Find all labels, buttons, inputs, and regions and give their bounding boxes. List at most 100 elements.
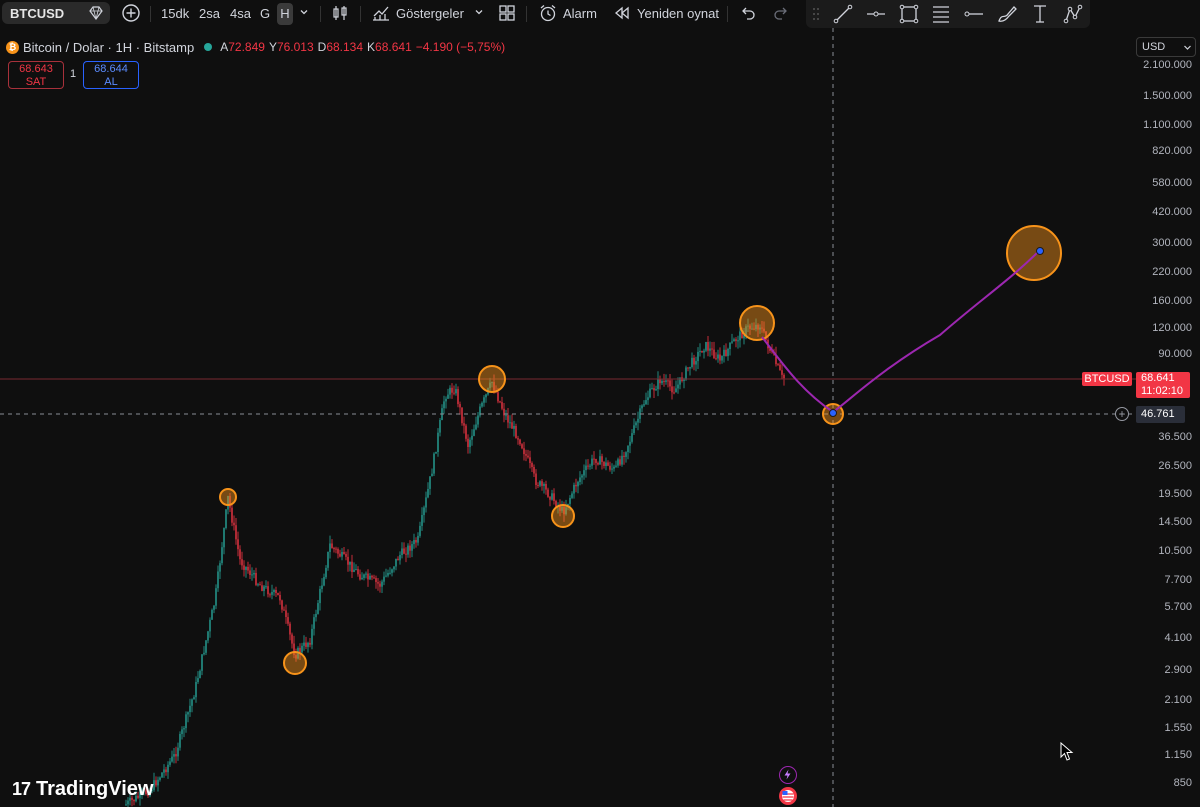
- candle-body: [633, 425, 635, 434]
- candle-body: [411, 544, 413, 551]
- flash-icon[interactable]: [779, 766, 797, 784]
- candle-body: [497, 392, 499, 402]
- candle-body: [531, 463, 533, 467]
- candle-body: [319, 588, 321, 604]
- candle-body: [243, 565, 245, 570]
- market-open-status-icon: [204, 43, 213, 51]
- candle-body: [617, 459, 619, 466]
- candle-body: [597, 462, 599, 465]
- price-axis-label: 1.150: [1164, 749, 1192, 761]
- candle-body: [261, 585, 263, 591]
- candle-body: [373, 577, 375, 579]
- candle-body: [343, 552, 345, 554]
- tradingview-logo[interactable]: 17 TradingView: [12, 778, 153, 801]
- candle-body: [505, 415, 507, 417]
- candle-body: [165, 769, 167, 773]
- candle-body: [439, 420, 441, 433]
- candle-body: [329, 543, 331, 552]
- candle-body: [301, 645, 303, 653]
- candle-body: [201, 654, 203, 671]
- candle-body: [737, 340, 739, 342]
- candle-body: [535, 473, 537, 485]
- candle-body: [657, 378, 659, 390]
- swing-markers: [219, 225, 1062, 675]
- candle-body: [425, 497, 427, 508]
- price-axis-label: 4.100: [1164, 632, 1192, 644]
- candle-body: [445, 398, 447, 402]
- price-axis-label: 820.000: [1152, 145, 1192, 157]
- candle-body: [649, 388, 651, 398]
- candle-body: [593, 458, 595, 460]
- candle-body: [475, 424, 477, 430]
- candle-body: [351, 561, 353, 572]
- candle-body: [511, 422, 513, 429]
- candle-body: [599, 456, 601, 465]
- candle-body: [529, 457, 531, 463]
- candle-body: [379, 583, 381, 587]
- candle-body: [717, 354, 719, 359]
- candle-body: [777, 364, 779, 366]
- candle-body: [579, 477, 581, 482]
- high-label: Y: [268, 40, 277, 54]
- price-chart[interactable]: [0, 0, 1136, 807]
- trade-quantity[interactable]: 1: [70, 68, 76, 80]
- candle-body: [281, 600, 283, 610]
- symbol-legend: ₿ Bitcoin / Dolar · 1H · Bitstamp A 72.84…: [6, 40, 509, 55]
- candle-body: [699, 350, 701, 352]
- candle-body: [177, 747, 179, 757]
- candle-body: [715, 358, 717, 360]
- candle-body: [459, 404, 461, 408]
- candle-body: [463, 423, 465, 426]
- candle-body: [583, 470, 585, 476]
- candle-body: [481, 402, 483, 407]
- candle-body: [709, 348, 711, 351]
- candle-body: [205, 640, 207, 653]
- candle-body: [267, 586, 269, 595]
- us-flag-icon[interactable]: [779, 787, 797, 805]
- candle-body: [603, 461, 605, 466]
- candle-body: [169, 761, 171, 765]
- candle-body: [399, 555, 401, 561]
- candle-body: [207, 631, 209, 641]
- candle-body: [539, 481, 541, 486]
- candle-body: [541, 481, 543, 486]
- crosshair-price-tag: 46.761: [1136, 406, 1185, 423]
- legend-title[interactable]: Bitcoin / Dolar · 1H · Bitstamp: [23, 40, 194, 55]
- close-value: 68.641: [375, 40, 412, 54]
- candle-body: [549, 496, 551, 500]
- candle-body: [259, 584, 261, 586]
- candle-body: [521, 444, 523, 449]
- candle-body: [197, 678, 199, 682]
- candle-body: [711, 348, 713, 350]
- candle-body: [331, 543, 333, 549]
- candle-body: [447, 394, 449, 399]
- candle-body: [381, 581, 383, 587]
- candle-body: [159, 777, 161, 780]
- candle-body: [415, 540, 417, 543]
- candle-body: [461, 407, 463, 424]
- candle-body: [389, 572, 391, 574]
- buy-button[interactable]: 68.644 AL: [83, 61, 139, 89]
- add-alert-plus-icon[interactable]: +: [1115, 407, 1129, 421]
- candle-body: [299, 647, 301, 653]
- candle-body: [273, 590, 275, 592]
- candle-body: [591, 458, 593, 466]
- candle-body: [239, 549, 241, 560]
- candle-body: [543, 484, 545, 486]
- candle-body: [721, 356, 723, 361]
- candle-body: [163, 769, 165, 773]
- candle-body: [443, 401, 445, 409]
- candle-body: [675, 388, 677, 393]
- candle-body: [517, 438, 519, 440]
- candle-body: [401, 548, 403, 555]
- candle-body: [645, 400, 647, 405]
- candle-body: [233, 522, 235, 526]
- candle-body: [255, 573, 257, 585]
- price-axis-label: 2.900: [1164, 664, 1192, 676]
- swing-marker-circle: [551, 504, 575, 528]
- candle-body: [303, 642, 305, 646]
- candle-body: [569, 497, 571, 504]
- candle-body: [623, 455, 625, 457]
- sell-button[interactable]: 68.643 SAT: [8, 61, 64, 89]
- candle-body: [323, 577, 325, 586]
